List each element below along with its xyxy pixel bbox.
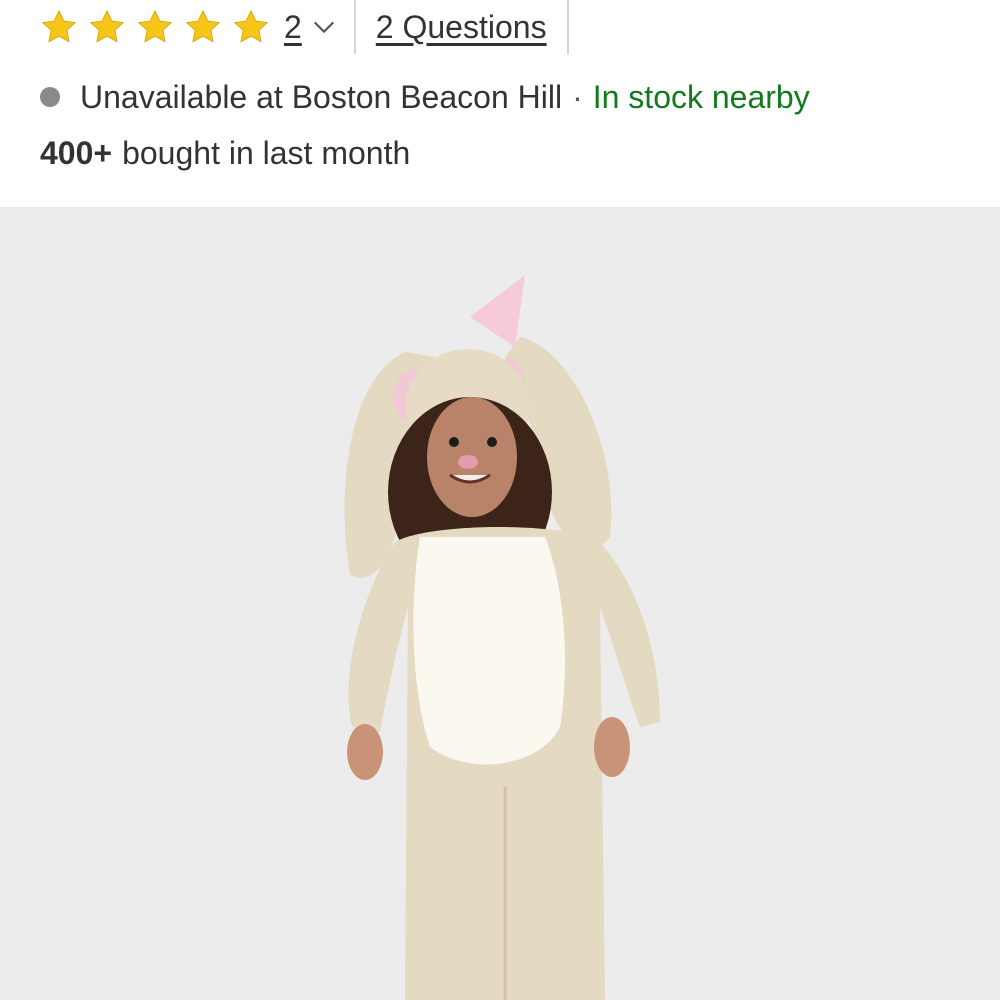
status-dot xyxy=(40,87,60,107)
star-icon xyxy=(232,8,270,46)
divider xyxy=(566,0,569,54)
star-icon xyxy=(88,8,126,46)
separator: · xyxy=(572,78,583,115)
divider xyxy=(353,0,356,54)
store-availability: Unavailable at Boston Beacon Hill xyxy=(80,78,563,115)
star-icon xyxy=(184,8,222,46)
questions-link[interactable]: 2 Questions xyxy=(376,9,547,46)
star-icon xyxy=(136,8,174,46)
bunny-costume-illustration xyxy=(0,207,1000,1000)
bought-text: bought in last month xyxy=(122,134,411,171)
rating-row: 2 2 Questions xyxy=(40,0,1000,54)
chevron-down-icon[interactable] xyxy=(310,13,338,41)
product-image[interactable] xyxy=(0,207,1000,1000)
review-count-link[interactable]: 2 xyxy=(284,9,302,46)
bought-count: 400+ xyxy=(40,134,113,171)
bought-count-row: 400+ bought in last month xyxy=(40,130,410,176)
star-icon xyxy=(40,8,78,46)
star-rating[interactable] xyxy=(40,8,280,46)
in-stock-nearby-link[interactable]: In stock nearby xyxy=(593,79,810,116)
availability-row: Unavailable at Boston Beacon Hill · In s… xyxy=(40,74,810,120)
